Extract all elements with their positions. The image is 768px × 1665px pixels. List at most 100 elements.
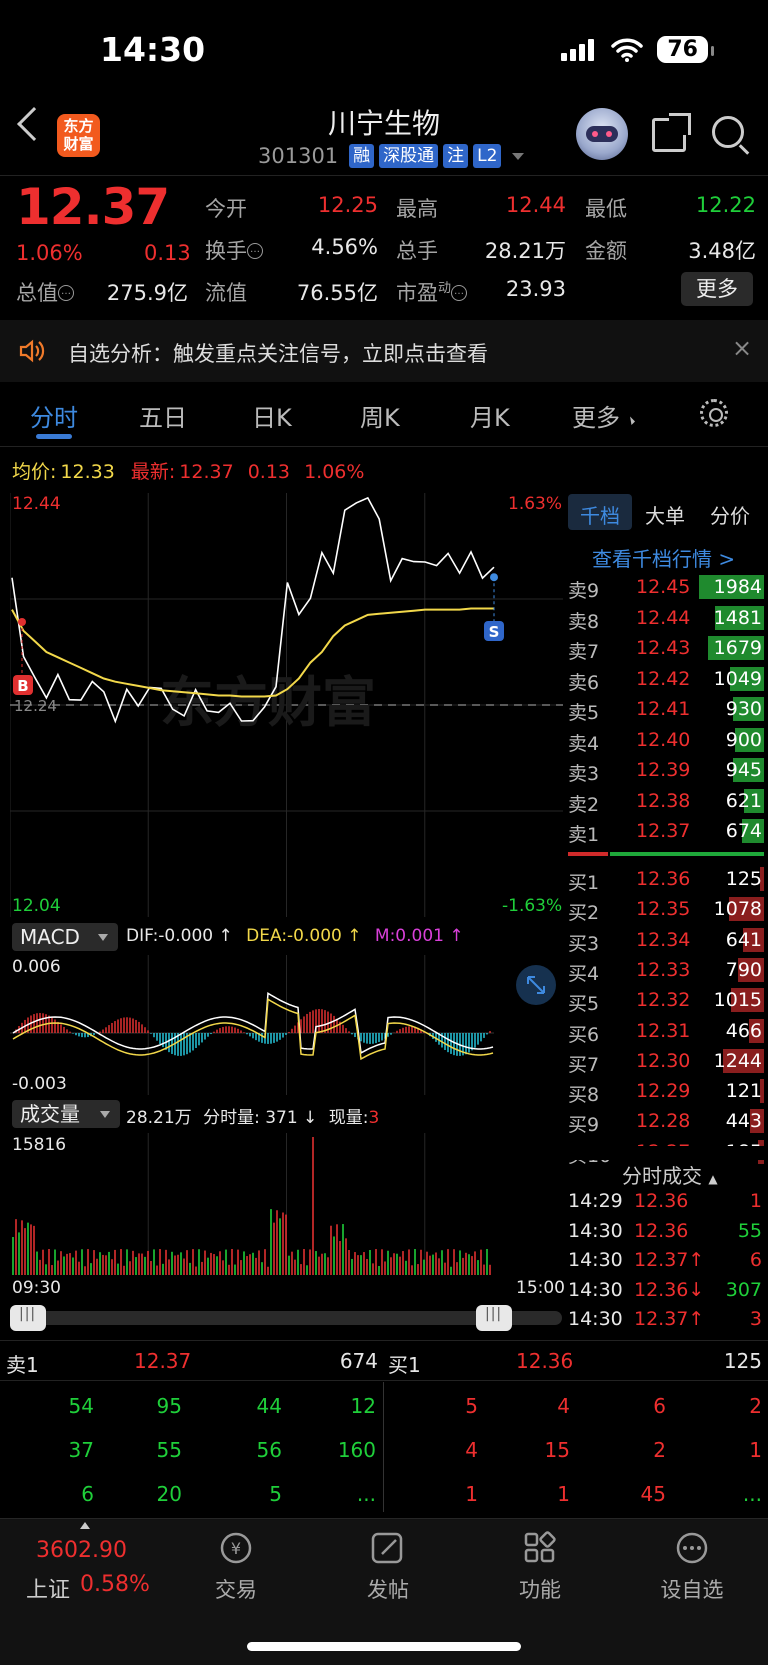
volume-chart — [12, 1133, 491, 1275]
nav-functions[interactable]: 功能 — [490, 1530, 590, 1604]
nav-trade[interactable]: ¥ 交易 — [186, 1530, 286, 1604]
tab-depth[interactable]: 千档 — [580, 500, 620, 529]
stock-code-row[interactable]: 301301 融 深股通 注 L2 — [258, 144, 525, 168]
pct-axis-top: 1.63% — [508, 494, 563, 514]
ask-row[interactable]: 卖6 12.42 1049 — [568, 666, 764, 694]
slider-handle-right[interactable] — [476, 1305, 512, 1331]
bb-ask-cell: 5 — [269, 1482, 282, 1506]
tab-indicator — [36, 434, 72, 439]
open-value: 12.25 — [317, 193, 378, 217]
speaker-icon — [19, 339, 45, 363]
intraday-chart[interactable]: 12.24 东方财富 B S — [10, 493, 563, 917]
wifi-icon — [611, 38, 644, 62]
edit-icon — [371, 1532, 403, 1564]
bb-bid-cell: 6 — [653, 1394, 666, 1418]
bb-ask-cell: 12 — [350, 1394, 376, 1418]
ask-row[interactable]: 卖5 12.41 930 — [568, 696, 764, 724]
bid-row[interactable]: 买5 12.32 1015 — [568, 987, 764, 1015]
bb-ask-cell: 20 — [156, 1482, 182, 1506]
current-price: 12.37 — [16, 178, 170, 236]
home-indicator — [247, 1642, 521, 1651]
volume-selector[interactable]: 成交量 — [12, 1100, 120, 1128]
index-value[interactable]: 3602.90 — [36, 1538, 127, 1563]
tab-weekly-k[interactable]: 周K — [360, 398, 400, 433]
info-icon: … — [58, 285, 74, 301]
bb-bid-price: 12.36 — [516, 1349, 574, 1373]
search-icon[interactable] — [712, 116, 744, 148]
banner-text: 自选分析：触发重点关注信号，立即点击查看 — [68, 342, 488, 366]
bid-row[interactable]: 买9 12.28 443 — [568, 1108, 764, 1136]
caret-up-icon — [80, 1522, 90, 1529]
trades-title[interactable]: 分时成交 ▲ — [622, 1160, 718, 1189]
market-cap-label[interactable]: 总值… — [16, 277, 74, 307]
ask-row[interactable]: 卖1 12.37 674 — [568, 818, 764, 846]
yuan-exchange-icon: ¥ — [220, 1532, 252, 1564]
bb-bid-cell: 1 — [465, 1482, 478, 1506]
bb-bid-cell: 45 — [640, 1482, 666, 1506]
grid-icon — [524, 1531, 556, 1563]
pct-axis-bottom: -1.63% — [502, 896, 563, 916]
bid-row[interactable]: 买1 12.36 125 — [568, 866, 764, 894]
ask-row[interactable]: 卖3 12.39 945 — [568, 757, 764, 785]
nav-post[interactable]: 发帖 — [338, 1530, 438, 1604]
ask-row[interactable]: 卖8 12.44 1481 — [568, 605, 764, 633]
signal-icon — [561, 38, 597, 61]
pe-label[interactable]: 市盈动… — [396, 277, 468, 307]
pe-value: 23.93 — [505, 277, 566, 301]
assistant-avatar[interactable] — [576, 108, 628, 160]
macd-chart — [10, 955, 494, 1095]
index-name[interactable]: 上证 — [26, 1572, 70, 1604]
watermark: 东方财富 — [160, 671, 376, 734]
macd-values: DIF:-0.000 ↑ DEA:-0.000 ↑ M:0.001 ↑ — [126, 926, 464, 946]
ask-row[interactable]: 卖2 12.38 621 — [568, 788, 764, 816]
bid-row[interactable]: 买4 12.33 790 — [568, 957, 764, 985]
tab-monthly-k[interactable]: 月K — [470, 398, 510, 433]
bid-row[interactable]: 买3 12.34 641 — [568, 927, 764, 955]
macd-selector[interactable]: MACD — [12, 923, 118, 951]
index-percent[interactable]: 0.58% — [80, 1572, 150, 1597]
share-icon[interactable] — [652, 113, 691, 152]
tab-daily-k[interactable]: 日K — [252, 398, 292, 433]
tab-large-orders[interactable]: 大单 — [645, 500, 685, 529]
bid-row[interactable]: 买2 12.35 1078 — [568, 896, 764, 924]
tab-intraday[interactable]: 分时 — [30, 398, 78, 433]
y-axis-top: 12.44 — [12, 494, 61, 514]
amount-value: 3.48亿 — [688, 239, 756, 263]
bb-bid-vol: 125 — [723, 1349, 762, 1373]
ask-row[interactable]: 卖4 12.40 900 — [568, 727, 764, 755]
info-icon: … — [247, 243, 263, 259]
bb-ask-cell: 95 — [156, 1394, 182, 1418]
info-icon: … — [451, 285, 468, 301]
battery-icon: 76 — [657, 36, 714, 63]
more-button[interactable]: 更多 — [681, 272, 753, 306]
change-amount: 0.13 — [144, 241, 191, 265]
bb-bid-cell: 5 — [465, 1394, 478, 1418]
bb-bid-cell: 4 — [465, 1438, 478, 1462]
ask-row[interactable]: 卖7 12.43 1679 — [568, 635, 764, 663]
tab-price-dist[interactable]: 分价 — [710, 500, 750, 529]
expand-icon[interactable] — [516, 965, 556, 1005]
bid-row[interactable]: 买7 12.30 1244 — [568, 1048, 764, 1076]
slider-handle-left[interactable] — [10, 1305, 46, 1331]
turnover-label[interactable]: 换手… — [205, 235, 263, 265]
amount-label: 金额 — [585, 239, 627, 263]
bid-row[interactable]: 买6 12.31 466 — [568, 1018, 764, 1046]
ask-row[interactable]: 卖9 12.45 1984 — [568, 574, 764, 602]
bid-row[interactable]: 买8 12.29 121 — [568, 1078, 764, 1106]
depth-link[interactable]: 查看千档行情 > — [592, 543, 735, 572]
status-icons: 76 — [561, 36, 714, 63]
close-icon[interactable]: × — [732, 334, 752, 362]
bb-bid-cell: 15 — [544, 1438, 570, 1462]
tab-more[interactable]: 更多 — [572, 398, 636, 433]
tab-five-day[interactable]: 五日 — [139, 398, 187, 433]
status-time: 14:30 — [100, 30, 206, 69]
last-point — [490, 573, 498, 582]
time-end: 15:00 — [516, 1278, 565, 1298]
nav-add-watchlist[interactable]: 设自选 — [642, 1530, 742, 1604]
gear-icon[interactable] — [700, 399, 728, 427]
tag-l2: L2 — [473, 144, 502, 168]
chevron-icon — [622, 416, 636, 429]
tag-registered: 注 — [443, 144, 469, 168]
prev-close-label: 12.24 — [14, 697, 57, 715]
svg-text:S: S — [489, 623, 500, 641]
